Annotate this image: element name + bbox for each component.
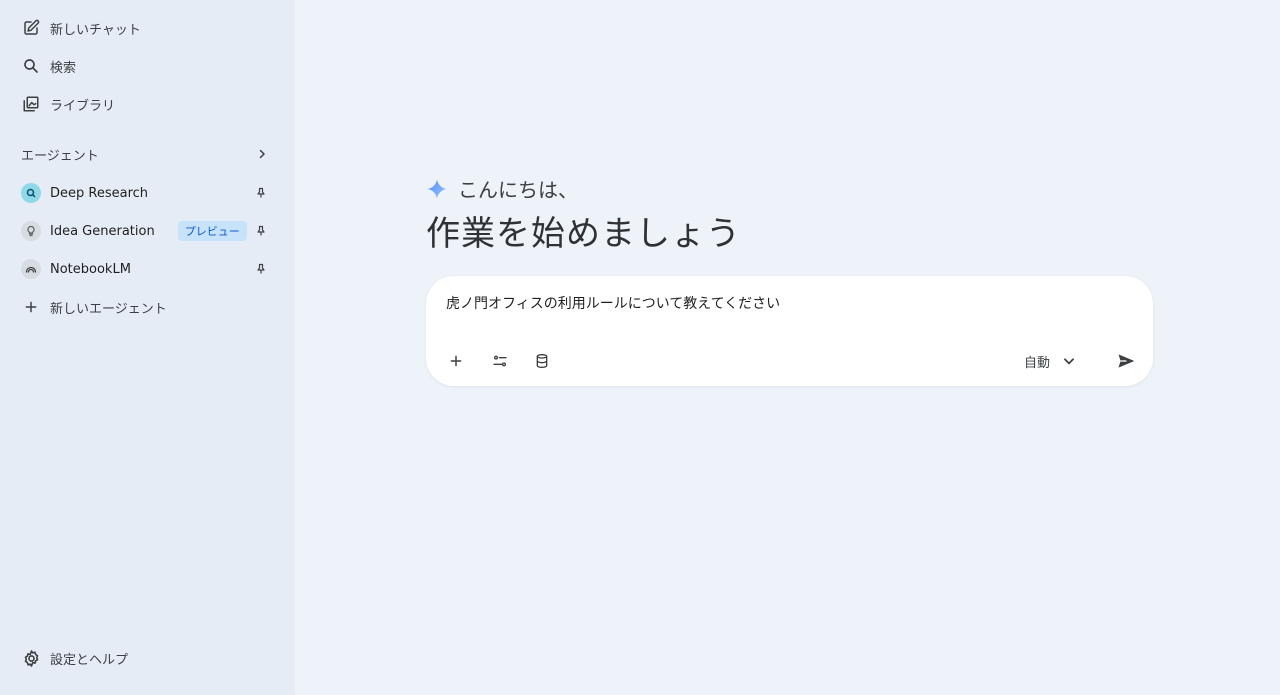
notebooklm-icon [21,259,41,279]
tune-icon [492,353,508,369]
library-icon [21,94,41,114]
pin-icon[interactable] [254,186,268,200]
settings-help-button[interactable]: 設定とヘルプ [12,641,282,675]
prompt-composer: 自動 [426,276,1153,386]
preview-badge: プレビュー [177,221,247,241]
agents-header-label: エージェント [21,148,99,164]
tools-button[interactable] [486,347,514,375]
mode-label: 自動 [1024,355,1051,371]
agent-name: NotebookLM [50,261,131,277]
pin-icon[interactable] [254,224,268,238]
agent-item-idea-generation[interactable]: Idea Generation プレビュー [12,214,282,248]
new-chat-button[interactable]: 新しいチャット [12,11,282,45]
search-label: 検索 [50,60,77,76]
gear-icon [21,648,41,668]
plus-icon [21,297,41,317]
chevron-right-icon [254,146,270,162]
library-label: ライブラリ [50,98,116,114]
search-button[interactable]: 検索 [12,49,282,83]
sparkle-icon [426,178,448,200]
library-button[interactable]: ライブラリ [12,87,282,121]
greeting-row: こんにちは、 [426,174,578,203]
send-icon [1116,351,1136,371]
agent-name: Idea Generation [50,223,155,239]
send-button[interactable] [1110,345,1142,377]
lightbulb-icon [21,221,41,241]
edit-square-icon [21,18,41,38]
new-agent-label: 新しいエージェント [50,301,167,317]
new-chat-label: 新しいチャット [50,22,141,38]
add-button[interactable] [442,347,470,375]
agent-item-deep-research[interactable]: Deep Research [12,176,282,210]
agent-item-notebooklm[interactable]: NotebookLM [12,252,282,286]
chevron-down-icon [1062,354,1076,368]
page-headline: 作業を始めましょう [426,214,741,254]
sidebar: 新しいチャット 検索 ライブラリ エージェント Deep Research Id… [0,0,295,695]
settings-label: 設定とヘルプ [50,652,129,668]
prompt-input[interactable] [446,295,1126,311]
agent-name: Deep Research [50,185,149,201]
greeting-text: こんにちは、 [458,178,578,202]
data-source-button[interactable] [528,347,556,375]
app-root: 新しいチャット 検索 ライブラリ エージェント Deep Research Id… [0,0,1280,695]
plus-icon [448,353,464,369]
mode-select[interactable]: 自動 [1024,346,1076,376]
new-agent-button[interactable]: 新しいエージェント [12,290,282,324]
database-icon [534,353,550,369]
pin-icon[interactable] [254,262,268,276]
agents-section-header[interactable]: エージェント [12,139,282,169]
search-icon [21,56,41,76]
deep-research-icon [21,183,41,203]
